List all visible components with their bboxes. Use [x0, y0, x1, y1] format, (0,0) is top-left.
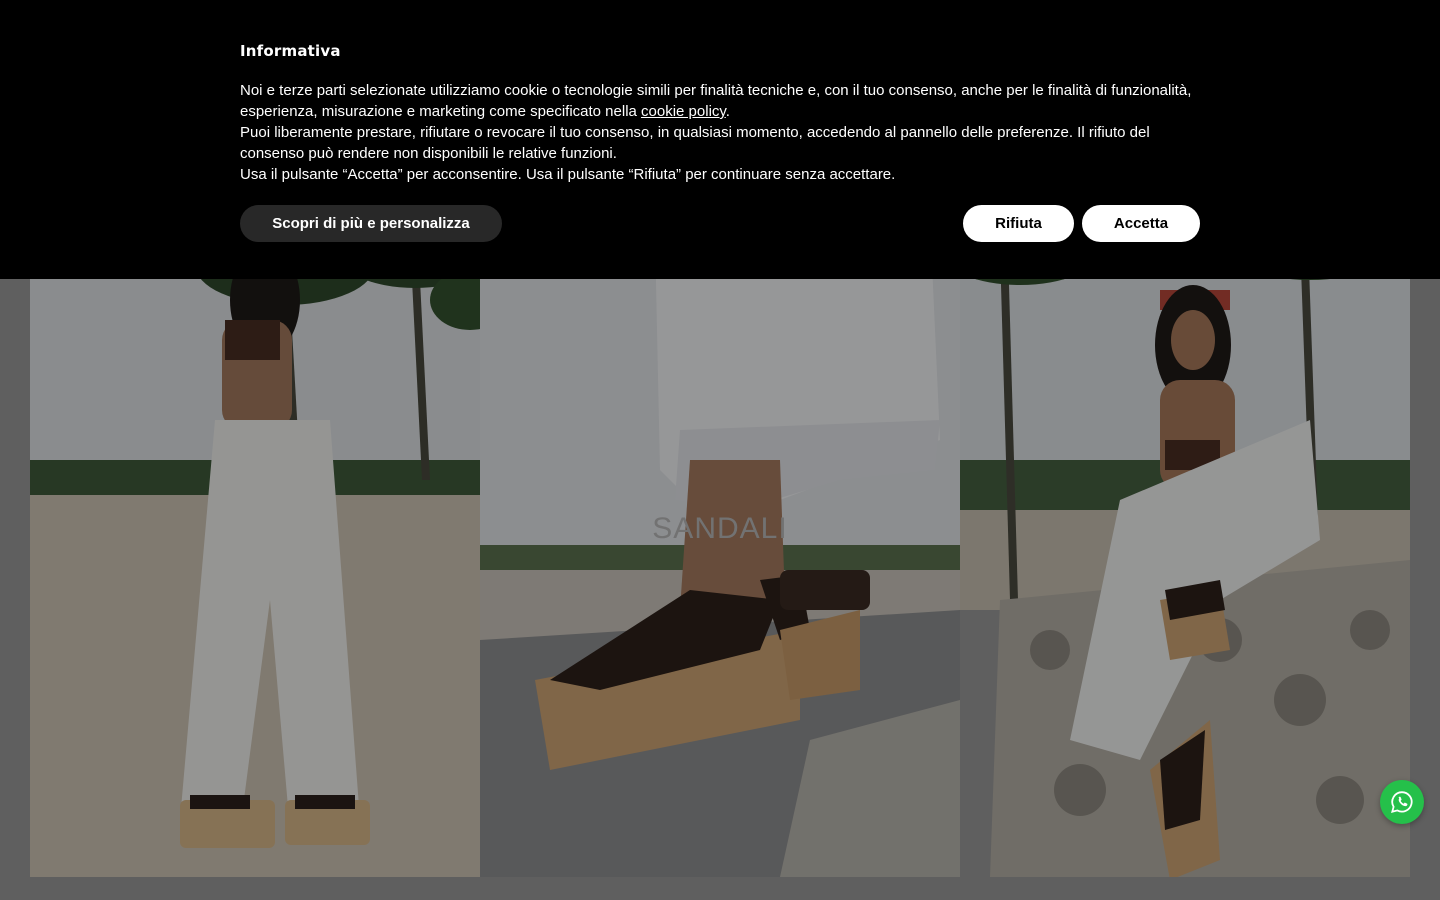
cookie-text-paragraph-1: Noi e terze parti selezionate utilizziam… [240, 80, 1200, 122]
whatsapp-icon [1391, 791, 1413, 813]
cookie-consent-banner: Informativa Noi e terze parti selezionat… [0, 0, 1440, 279]
reject-button[interactable]: Rifiuta [963, 205, 1074, 242]
cookie-banner-title: Informativa [240, 42, 341, 60]
cookie-text-paragraph-2: Puoi liberamente prestare, rifiutare o r… [240, 124, 1150, 162]
cookie-text-p1-end: . [725, 103, 730, 120]
cookie-text-paragraph-3: Usa il pulsante “Accetta” per acconsenti… [240, 166, 896, 183]
whatsapp-chat-button[interactable] [1380, 780, 1424, 824]
customize-button[interactable]: Scopri di più e personalizza [240, 205, 502, 242]
cookie-consent-content: Informativa Noi e terze parti selezionat… [240, 42, 1200, 242]
cookie-actions: Scopri di più e personalizza Rifiuta Acc… [240, 205, 1200, 242]
cookie-banner-text: Noi e terze parti selezionate utilizziam… [240, 80, 1200, 185]
cookie-policy-link[interactable]: cookie policy [641, 103, 726, 120]
accept-button[interactable]: Accetta [1082, 205, 1200, 242]
